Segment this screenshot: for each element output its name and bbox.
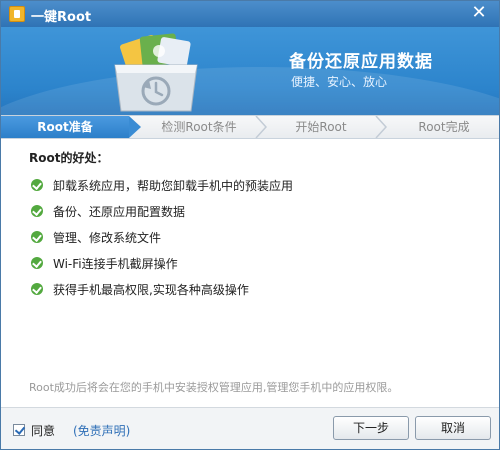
benefits-heading: Root的好处： <box>29 151 109 165</box>
install-notice: Root成功后将会在您的手机中安装授权管理应用,管理您手机中的应用权限。 <box>29 381 399 394</box>
step-label: 开始Root <box>295 120 347 134</box>
step-arrow-active <box>129 116 141 138</box>
banner: 备份还原应用数据 便捷、安心、放心 <box>1 27 499 115</box>
banner-subtitle: 便捷、安心、放心 <box>291 75 388 89</box>
step-check-conditions: 检测Root条件 <box>145 116 253 138</box>
list-item-text: 获得手机最高权限,实现各种高级操作 <box>53 283 249 297</box>
window-title: 一键Root <box>31 10 92 25</box>
list-item-text: 备份、还原应用配置数据 <box>53 205 186 219</box>
cancel-button[interactable]: 取消 <box>415 416 491 440</box>
agree-label[interactable]: 同意 <box>31 422 55 439</box>
banner-title: 备份还原应用数据 <box>289 52 433 72</box>
list-item-text: Wi-Fi连接手机截屏操作 <box>53 257 178 271</box>
list-item-text: 管理、修改系统文件 <box>53 231 162 245</box>
agree-checkbox[interactable] <box>13 424 25 436</box>
title-bar: 一键Root ✕ <box>1 1 499 27</box>
root-dialog-window: 一键Root ✕ 备份还原应用数据 便捷、安心、放心 Root准备 检测Root… <box>0 0 500 450</box>
step-label: Root准备 <box>37 120 93 134</box>
backup-restore-icon <box>114 33 198 112</box>
root-app-icon <box>9 6 25 22</box>
step-label: Root完成 <box>418 120 470 134</box>
check-circle-icon <box>31 257 43 269</box>
footer: 同意 (免责声明) 下一步 取消 <box>1 407 499 449</box>
step-separator-icon <box>375 116 387 138</box>
list-item-text: 卸载系统应用，帮助您卸载手机中的预装应用 <box>53 179 294 193</box>
step-label: 检测Root条件 <box>161 120 237 134</box>
banner-decoration <box>1 67 499 115</box>
close-button[interactable]: ✕ <box>469 3 489 23</box>
step-start-root: 开始Root <box>269 116 373 138</box>
check-circle-icon <box>31 205 43 217</box>
step-root-prepare: Root准备 <box>1 116 129 138</box>
disclaimer-link[interactable]: (免责声明) <box>73 422 130 439</box>
next-button[interactable]: 下一步 <box>333 416 409 440</box>
check-circle-icon <box>31 179 43 191</box>
step-progress-bar: Root准备 检测Root条件 开始Root Root完成 <box>1 115 499 139</box>
check-circle-icon <box>31 231 43 243</box>
step-separator-icon <box>255 116 267 138</box>
check-circle-icon <box>31 283 43 295</box>
step-root-complete: Root完成 <box>389 116 499 138</box>
